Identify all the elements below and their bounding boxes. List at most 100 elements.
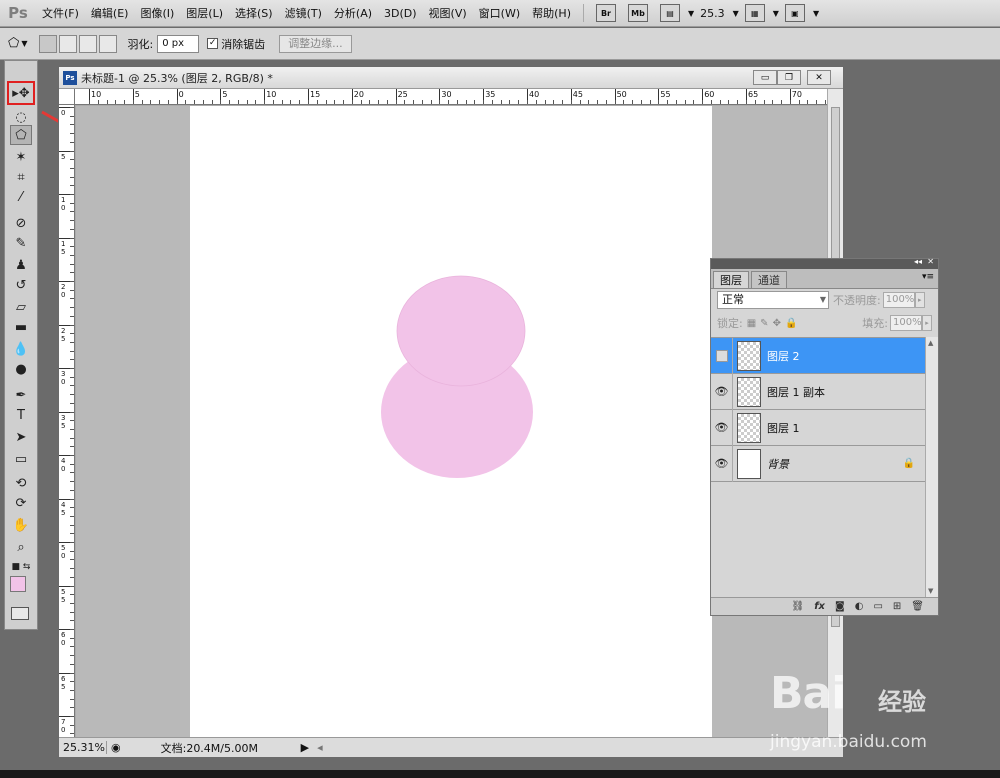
document-titlebar[interactable]: Ps 未标题-1 @ 25.3% (图层 2, RGB/8) * ▭ ❐ ✕	[59, 67, 843, 89]
ruler-minor-tick	[544, 100, 546, 104]
link-layers-icon[interactable]: ⛓	[792, 601, 805, 612]
layers-panel: ◂◂ ✕ 图层 通道 ▾≡ 正常 ▼ 不透明度: 100% ▸ 锁定: ▦ ✎ …	[710, 257, 939, 616]
eye-icon[interactable]: 👁	[711, 445, 733, 482]
lock-position-icon[interactable]: ✥	[773, 318, 781, 329]
ruler-minor-tick	[614, 100, 616, 104]
delete-layer-icon[interactable]: 🗑	[911, 601, 924, 612]
hscroll-left-arrow-icon[interactable]: ◂	[317, 741, 323, 754]
ruler-minor-tick	[658, 100, 660, 104]
ruler-minor-tick	[132, 100, 134, 104]
ruler-minor-tick	[597, 100, 599, 104]
layer-row-layer-1-copy[interactable]: 👁 图层 1 副本	[711, 373, 925, 410]
ruler-minor-tick	[70, 385, 74, 387]
ruler-minor-tick	[456, 100, 458, 104]
adjustment-layer-icon[interactable]: ◐	[855, 601, 864, 612]
ruler-label: 15	[310, 90, 321, 99]
eye-icon[interactable]: 👁	[711, 409, 733, 446]
ruler-minor-tick	[70, 585, 74, 587]
ruler-label: 3 0	[61, 370, 66, 386]
canvas[interactable]	[190, 106, 712, 737]
ruler-minor-tick	[465, 100, 467, 104]
ruler-label: 20	[353, 90, 364, 99]
ruler-minor-tick	[255, 100, 257, 104]
lock-pixels-icon[interactable]: ✎	[760, 318, 768, 329]
ruler-minor-tick	[70, 220, 74, 222]
fill-slider-button[interactable]: ▸	[922, 315, 932, 331]
ruler-minor-tick	[220, 100, 222, 104]
tab-channels[interactable]: 通道	[751, 271, 787, 288]
collapse-panel-icon[interactable]: ◂◂	[914, 257, 922, 266]
zoom-status[interactable]: 25.31%	[59, 741, 107, 754]
ruler-minor-tick	[562, 100, 564, 104]
ruler-minor-tick	[70, 707, 74, 709]
panel-dock-bar[interactable]: ◂◂ ✕	[711, 257, 938, 269]
layer-style-icon[interactable]: fx	[814, 601, 825, 612]
ruler-minor-tick	[70, 672, 74, 674]
ruler-minor-tick	[70, 167, 74, 169]
ruler-minor-tick	[70, 150, 74, 152]
horizontal-ruler[interactable]: 10 5 0 5 10 15 20 25 30 35 40 45 50 55 60 65 70	[75, 89, 827, 105]
status-info-icon[interactable]: ◉	[111, 741, 121, 754]
ps-document-icon: Ps	[63, 70, 77, 85]
visibility-toggle[interactable]	[711, 337, 733, 374]
ruler-minor-tick	[325, 100, 327, 104]
layer-name[interactable]: 背景	[767, 456, 789, 472]
add-mask-icon[interactable]: ◙	[835, 601, 845, 612]
ruler-minor-tick	[754, 100, 756, 104]
maximize-button[interactable]: ❐	[777, 70, 801, 85]
status-menu-arrow-icon[interactable]: ▶	[301, 741, 309, 754]
close-button[interactable]: ✕	[807, 70, 831, 85]
ruler-minor-tick	[343, 100, 345, 104]
ruler-minor-tick	[483, 100, 485, 104]
ruler-minor-tick	[176, 100, 178, 104]
ruler-label: 2 5	[61, 326, 66, 343]
lock-row: 锁定: ▦ ✎ ✥ 🔒 填充: 100% ▸	[717, 315, 932, 331]
layer-row-layer-2[interactable]: 图层 2	[711, 337, 925, 374]
layer-row-background[interactable]: 👁 背景 🔒	[711, 445, 925, 482]
close-panel-icon[interactable]: ✕	[927, 257, 934, 266]
shape-layers	[381, 275, 533, 478]
ruler-minor-tick	[70, 281, 74, 282]
lock-transparency-icon[interactable]: ▦	[747, 318, 756, 329]
layer-row-layer-1[interactable]: 👁 图层 1	[711, 409, 925, 446]
ruler-minor-tick	[70, 489, 74, 491]
opacity-input[interactable]: 100%	[882, 292, 915, 308]
ruler-minor-tick	[807, 100, 809, 104]
lock-all-icon[interactable]: 🔒	[785, 318, 797, 329]
fill-input[interactable]: 100%	[890, 315, 922, 331]
ruler-minor-tick	[70, 298, 74, 300]
panel-menu-icon[interactable]: ▾≡	[922, 272, 934, 282]
new-layer-icon[interactable]: ⊞	[893, 601, 901, 612]
ruler-minor-tick	[70, 498, 74, 500]
ruler-minor-tick	[167, 100, 169, 104]
ruler-label: 1 5	[61, 239, 66, 256]
vertical-ruler[interactable]: 0 5 1 0 1 5 2 0 2 5 3 0 3 5 4 0 4 5 5 0 5 5 6 0 6 5 7 …	[59, 105, 75, 737]
status-bar: 25.31% ◉ 文档:20.4M/5.00M ▶ ◂	[59, 737, 843, 757]
scroll-up-icon[interactable]: ▲	[928, 339, 933, 347]
scroll-down-icon[interactable]: ▼	[928, 587, 933, 595]
blend-mode-select[interactable]: 正常 ▼	[717, 291, 829, 309]
minimize-button[interactable]: ▭	[753, 70, 777, 85]
ruler-origin[interactable]	[59, 89, 75, 105]
ruler-minor-tick	[185, 100, 187, 104]
new-group-icon[interactable]: ▭	[873, 601, 882, 612]
ruler-minor-tick	[70, 455, 74, 456]
baidu-watermark: Bai 经验 jingyan.baidu.com	[770, 668, 990, 768]
eye-icon[interactable]: 👁	[711, 373, 733, 410]
ruler-minor-tick	[308, 100, 309, 104]
opacity-slider-button[interactable]: ▸	[914, 292, 925, 308]
ruler-minor-tick	[115, 100, 117, 104]
layer-name[interactable]: 图层 1	[767, 420, 800, 436]
ruler-minor-tick	[70, 211, 74, 213]
ruler-minor-tick	[70, 350, 74, 352]
layer-name[interactable]: 图层 1 副本	[767, 384, 825, 400]
ruler-minor-tick	[763, 100, 765, 104]
ruler-minor-tick	[70, 724, 74, 726]
ruler-minor-tick	[246, 100, 248, 104]
ruler-minor-tick	[448, 100, 450, 104]
layers-scrollbar[interactable]: ▲ ▼	[925, 337, 938, 597]
ruler-minor-tick	[70, 507, 74, 509]
tab-layers[interactable]: 图层	[713, 271, 749, 288]
ruler-minor-tick	[237, 100, 239, 104]
layer-name[interactable]: 图层 2	[767, 348, 800, 364]
